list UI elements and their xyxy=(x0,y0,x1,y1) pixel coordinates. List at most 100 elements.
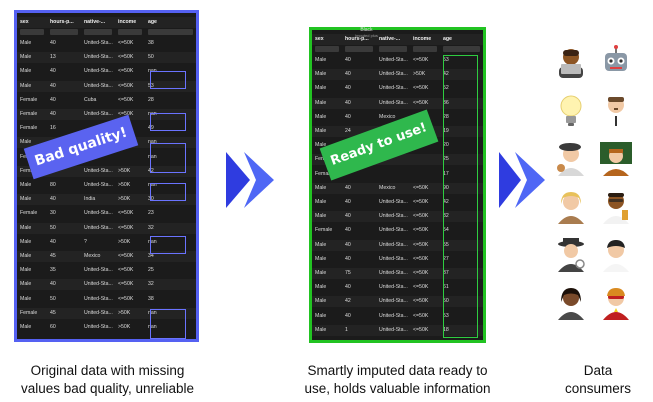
table-cell: Mexico xyxy=(379,184,396,191)
table-cell: Female xyxy=(20,111,38,117)
table-cell: United-Sta... xyxy=(84,54,113,61)
woman-office-worker-icon xyxy=(553,284,589,320)
table-cell: Male xyxy=(20,295,32,302)
table-cell: 43 xyxy=(440,339,483,340)
table-cell: United-Sta... xyxy=(84,182,113,188)
middle-caption: Smartly imputed data ready to use, holds… xyxy=(285,362,510,398)
table-cell: Female xyxy=(20,210,38,217)
table-cell: United-Sta... xyxy=(379,255,408,262)
left-caption-line2: values bad quality, unreliable xyxy=(20,381,195,396)
table-cell: Male xyxy=(315,184,327,191)
table-cell: Female xyxy=(20,125,38,132)
table-cell: 30 xyxy=(50,210,56,217)
filter-cell xyxy=(17,28,47,37)
table-cell: 40 xyxy=(345,284,351,291)
table-cell: Male xyxy=(20,54,32,61)
table-cell: 40 xyxy=(342,339,376,340)
table-cell: <=50K xyxy=(413,255,429,262)
table-cell: United-Sta... xyxy=(84,82,113,89)
table-cell: Male xyxy=(315,298,327,305)
imputed-age-frame xyxy=(443,55,478,338)
light-bulb-icon xyxy=(553,92,589,128)
table-cell: 40 xyxy=(50,40,56,46)
filter-input xyxy=(148,29,193,35)
middle-caption-line1: Smartly imputed data ready to xyxy=(307,363,488,378)
table-row: Male 40 United-Sta... <=50K 38 xyxy=(17,38,196,49)
filter-input xyxy=(379,46,407,52)
table-cell: >50K xyxy=(413,71,426,78)
man-teacher-icon xyxy=(598,140,634,176)
table-cell: 40 xyxy=(345,199,351,205)
column-header: age xyxy=(443,36,452,42)
table-cell: 1 xyxy=(345,326,348,333)
table-cell: 75 xyxy=(345,270,351,276)
filter-cell xyxy=(440,45,483,54)
table-cell: Male xyxy=(315,213,327,220)
table-cell: United-Sta... xyxy=(379,213,408,220)
table-cell: <=50K xyxy=(118,82,134,89)
filter-cell xyxy=(376,45,410,54)
table-cell: 28 xyxy=(148,96,154,103)
filter-input xyxy=(443,46,480,52)
table-cell: <=50K xyxy=(413,85,429,92)
table-cell: Male xyxy=(20,82,32,89)
table-cell: 40 xyxy=(50,281,56,288)
table-cell: Male xyxy=(20,253,32,259)
table-cell: <=50K xyxy=(413,298,429,305)
filter-cell xyxy=(115,28,145,37)
missing-value-box xyxy=(150,309,186,339)
table-cell: >50K xyxy=(118,309,131,316)
table-cell: >50K xyxy=(118,182,131,188)
missing-value-box xyxy=(150,183,186,201)
filter-cell xyxy=(342,45,376,54)
table-cell: <=50K xyxy=(413,213,429,220)
table-row: Male 13 United-Sta... <=50K 50 xyxy=(17,52,196,64)
table-cell: 40 xyxy=(345,99,351,106)
table-cell: United-Sta... xyxy=(379,270,408,276)
table-cell: Male xyxy=(20,40,32,46)
table-cell: United-Sta... xyxy=(84,309,113,316)
table-cell: United-Sta... xyxy=(84,167,113,174)
table-cell: 50 xyxy=(50,295,56,302)
table-cell: >50K xyxy=(118,167,131,174)
table-cell: 60 xyxy=(50,324,56,330)
table-cell: Male xyxy=(20,68,32,75)
table-cell: United-Sta... xyxy=(379,57,408,63)
left-caption-line1: Original data with missing xyxy=(30,363,185,378)
table-row: Female 40 Cuba <=50K 28 xyxy=(17,95,196,106)
table-cell: Male xyxy=(315,312,327,319)
table-cell xyxy=(410,154,440,165)
table-cell: Male xyxy=(315,241,327,248)
table-cell xyxy=(376,169,410,180)
column-header: income xyxy=(413,36,432,42)
table-cell: >50K xyxy=(118,196,131,203)
table-cell: United-Sta... xyxy=(379,298,408,305)
table-cell: United-Sta... xyxy=(84,295,113,302)
table-cell: United-Sta... xyxy=(84,281,113,288)
table-cell: 40 xyxy=(50,68,56,75)
table-cell: 50 xyxy=(148,54,154,61)
table-cell: <=50K xyxy=(118,96,134,103)
table-cell: 42 xyxy=(345,298,351,305)
table-row: Male 50 United-Sta... <=50K 38 xyxy=(17,294,196,305)
table-cell: United-Sta... xyxy=(84,111,113,117)
table-cell: 40 xyxy=(345,85,351,92)
filter-input xyxy=(50,29,78,35)
table-cell: <=50K xyxy=(413,99,429,106)
table-cell: United-Sta... xyxy=(379,199,408,205)
table-cell: United-Sta... xyxy=(84,40,113,46)
table-cell: Male xyxy=(315,255,327,262)
table-cell: Male xyxy=(315,128,327,134)
table-cell: 40 xyxy=(345,227,351,234)
table-cell: 40 xyxy=(50,238,56,245)
table-cell: United-Sta... xyxy=(379,241,408,248)
table-cell: Male xyxy=(315,270,327,276)
column-header: sex xyxy=(20,19,29,25)
table-cell: Male xyxy=(315,199,327,205)
right-caption-line1: Data xyxy=(583,363,613,378)
table-cell: 40 xyxy=(50,96,56,103)
table-cell: <=50K xyxy=(413,199,429,205)
table-cell: United-Sta... xyxy=(84,68,113,75)
table-cell: 40 xyxy=(345,241,351,248)
table-cell: United-Sta... xyxy=(379,99,408,106)
